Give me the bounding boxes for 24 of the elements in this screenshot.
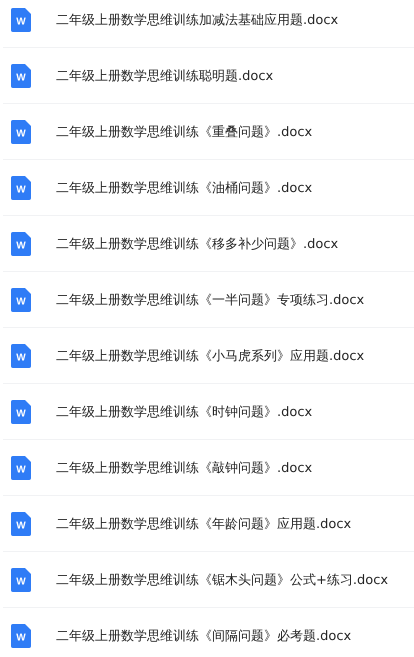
word-document-icon: W (11, 120, 31, 144)
file-name[interactable]: 二年级上册数学思维训练《油桶问题》.docx (56, 178, 312, 196)
word-document-icon: W (11, 64, 31, 88)
word-document-icon: W (11, 232, 31, 256)
word-document-icon: W (11, 288, 31, 312)
file-name[interactable]: 二年级上册数学思维训练聪明题.docx (56, 66, 274, 84)
file-name[interactable]: 二年级上册数学思维训练《重叠问题》.docx (56, 122, 312, 140)
word-document-icon: W (11, 456, 31, 480)
file-name[interactable]: 二年级上册数学思维训练加减法基础应用题.docx (56, 10, 338, 28)
word-document-icon: W (11, 8, 31, 32)
file-name[interactable]: 二年级上册数学思维训练《敲钟问题》.docx (56, 458, 312, 476)
word-document-icon: W (11, 344, 31, 368)
file-name[interactable]: 二年级上册数学思维训练《间隔问题》必考题.docx (56, 626, 352, 644)
file-name[interactable]: 二年级上册数学思维训练《年龄问题》应用题.docx (56, 514, 352, 532)
file-name[interactable]: 二年级上册数学思维训练《移多补少问题》.docx (56, 234, 338, 252)
word-document-icon: W (11, 624, 31, 648)
file-name[interactable]: 二年级上册数学思维训练《一半问题》专项练习.docx (56, 290, 364, 308)
file-name[interactable]: 二年级上册数学思维训练《锯木头问题》公式+练习.docx (56, 570, 388, 588)
word-document-icon: W (11, 568, 31, 592)
word-document-icon: W (11, 176, 31, 200)
word-document-icon: W (11, 512, 31, 536)
word-document-icon: W (11, 400, 31, 424)
file-name[interactable]: 二年级上册数学思维训练《时钟问题》.docx (56, 402, 312, 420)
file-name[interactable]: 二年级上册数学思维训练《小马虎系列》应用题.docx (56, 346, 364, 364)
